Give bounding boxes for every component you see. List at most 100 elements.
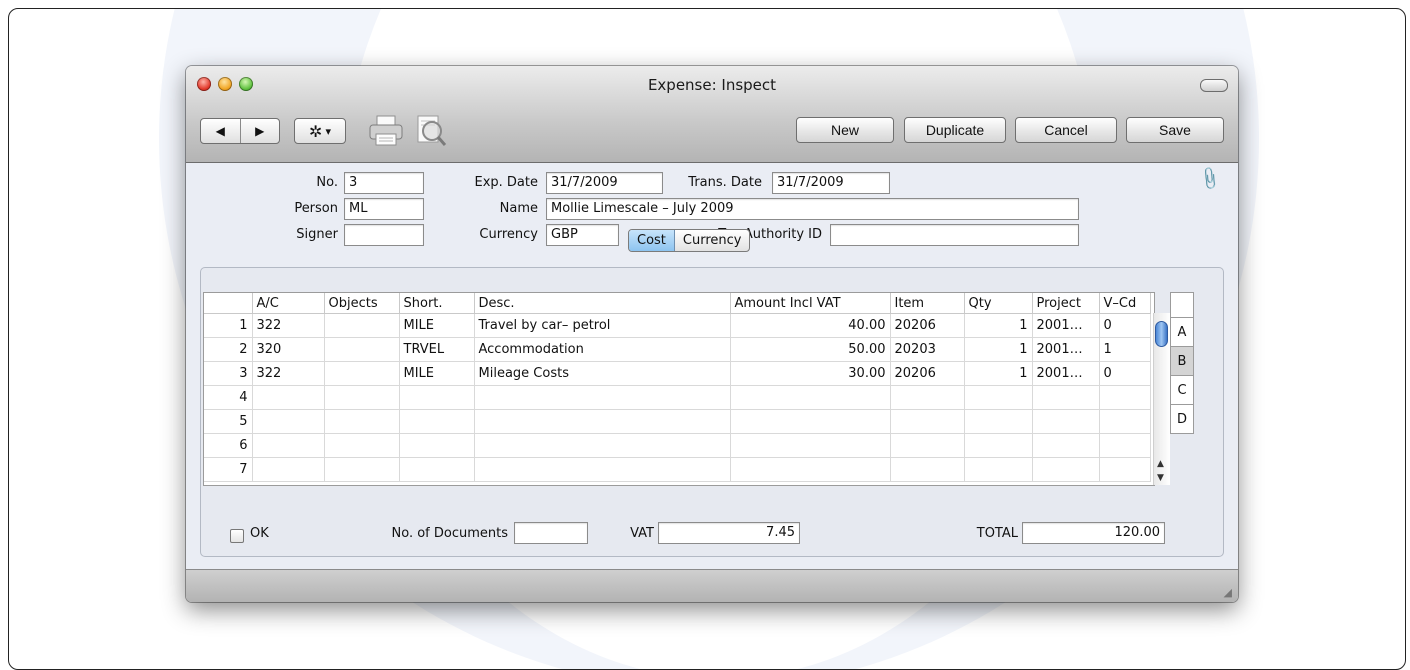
currency-field[interactable]: GBP [546, 224, 619, 246]
table-row[interactable]: 1 322 MILE Travel by car– petrol 40.00 20206 1… [204, 313, 1151, 338]
cell-short[interactable] [399, 457, 475, 482]
save-button[interactable]: Save [1126, 117, 1224, 143]
cell-ac[interactable] [252, 457, 325, 482]
tax-authority-id-field[interactable] [830, 224, 1079, 246]
total-field[interactable]: 120.00 [1022, 522, 1165, 544]
scroll-down-arrow[interactable]: ▼ [1157, 473, 1164, 483]
cell-project[interactable]: 2001… [1032, 337, 1100, 362]
cell-ac[interactable] [252, 433, 325, 458]
cell-project[interactable] [1032, 457, 1100, 482]
trans-date-field[interactable]: 31/7/2009 [772, 172, 890, 194]
table-row[interactable]: 3 322 MILE Mileage Costs 30.00 20206 1 2001… 0 [204, 361, 1151, 386]
printer-icon[interactable] [366, 110, 406, 150]
cell-qty[interactable] [964, 409, 1033, 434]
cell-project[interactable] [1032, 409, 1100, 434]
cell-qty[interactable]: 1 [964, 361, 1033, 386]
cell-project[interactable] [1032, 433, 1100, 458]
cell-qty[interactable]: 1 [964, 337, 1033, 362]
no-of-documents-field[interactable] [514, 522, 588, 544]
cell-vcd[interactable] [1099, 457, 1151, 482]
cell-objects[interactable] [324, 337, 400, 362]
cell-ac[interactable]: 322 [252, 313, 325, 338]
cell-desc[interactable] [474, 409, 731, 434]
cell-amount[interactable]: 40.00 [730, 313, 891, 338]
cell-short[interactable] [399, 409, 475, 434]
cell-item[interactable]: 20203 [890, 337, 965, 362]
signer-field[interactable] [344, 224, 424, 246]
cell-objects[interactable] [324, 457, 400, 482]
vat-field[interactable]: 7.45 [658, 522, 800, 544]
cell-desc[interactable] [474, 433, 731, 458]
exp-date-field[interactable]: 31/7/2009 [546, 172, 663, 194]
cell-item[interactable]: 20206 [890, 313, 965, 338]
cell-vcd[interactable]: 0 [1099, 361, 1151, 386]
table-row[interactable]: 4 [204, 385, 1151, 410]
cell-qty[interactable] [964, 457, 1033, 482]
print-preview-icon[interactable] [410, 110, 450, 150]
table-row[interactable]: 7 [204, 457, 1151, 482]
grid-scrollbar[interactable]: ▲ ▼ [1153, 313, 1170, 485]
side-tab-c[interactable]: C [1170, 376, 1194, 405]
side-tab-d[interactable]: D [1170, 405, 1194, 434]
cell-vcd[interactable] [1099, 409, 1151, 434]
cell-amount[interactable]: 30.00 [730, 361, 891, 386]
cell-ac[interactable] [252, 409, 325, 434]
table-row[interactable]: 6 [204, 433, 1151, 458]
cell-item[interactable] [890, 433, 965, 458]
cell-ac[interactable]: 320 [252, 337, 325, 362]
toolbar-toggle-button[interactable] [1200, 79, 1228, 92]
paperclip-icon[interactable]: 📎 [1196, 165, 1223, 192]
cell-item[interactable] [890, 409, 965, 434]
ok-checkbox[interactable] [230, 529, 244, 543]
cell-vcd[interactable] [1099, 433, 1151, 458]
cell-qty[interactable] [964, 385, 1033, 410]
cell-objects[interactable] [324, 313, 400, 338]
cell-vcd[interactable] [1099, 385, 1151, 410]
cell-desc[interactable]: Accommodation [474, 337, 731, 362]
scroll-up-arrow[interactable]: ▲ [1157, 459, 1164, 469]
tab-cost[interactable]: Cost [629, 230, 675, 251]
resize-grip-icon[interactable]: ◢ [1224, 586, 1232, 599]
cell-desc[interactable] [474, 457, 731, 482]
cell-objects[interactable] [324, 361, 400, 386]
cancel-button[interactable]: Cancel [1015, 117, 1117, 143]
person-field[interactable]: ML [344, 198, 424, 220]
cell-amount[interactable] [730, 433, 891, 458]
previous-record-button[interactable]: ◀ [201, 119, 240, 143]
cell-amount[interactable] [730, 385, 891, 410]
cell-short[interactable]: MILE [399, 361, 475, 386]
cell-ac[interactable]: 322 [252, 361, 325, 386]
cell-objects[interactable] [324, 385, 400, 410]
name-field[interactable]: Mollie Limescale – July 2009 [546, 198, 1079, 220]
table-row[interactable]: 5 [204, 409, 1151, 434]
cell-item[interactable] [890, 385, 965, 410]
cell-objects[interactable] [324, 433, 400, 458]
cell-project[interactable]: 2001… [1032, 361, 1100, 386]
cell-item[interactable] [890, 457, 965, 482]
cell-project[interactable] [1032, 385, 1100, 410]
cell-amount[interactable]: 50.00 [730, 337, 891, 362]
cell-vcd[interactable]: 1 [1099, 337, 1151, 362]
cell-ac[interactable] [252, 385, 325, 410]
next-record-button[interactable]: ▶ [239, 119, 280, 143]
new-button[interactable]: New [796, 117, 894, 143]
cell-amount[interactable] [730, 409, 891, 434]
scroll-thumb[interactable] [1155, 321, 1168, 347]
cell-desc[interactable] [474, 385, 731, 410]
cell-desc[interactable]: Travel by car– petrol [474, 313, 731, 338]
cell-objects[interactable] [324, 409, 400, 434]
duplicate-button[interactable]: Duplicate [904, 117, 1006, 143]
cell-desc[interactable]: Mileage Costs [474, 361, 731, 386]
cell-vcd[interactable]: 0 [1099, 313, 1151, 338]
cell-item[interactable]: 20206 [890, 361, 965, 386]
table-row[interactable]: 2 320 TRVEL Accommodation 50.00 20203 1 2001… 1 [204, 337, 1151, 362]
cell-qty[interactable] [964, 433, 1033, 458]
side-tab-b[interactable]: B [1170, 347, 1194, 376]
cell-short[interactable]: MILE [399, 313, 475, 338]
cell-short[interactable] [399, 433, 475, 458]
cell-short[interactable]: TRVEL [399, 337, 475, 362]
cell-short[interactable] [399, 385, 475, 410]
cell-project[interactable]: 2001… [1032, 313, 1100, 338]
no-field[interactable]: 3 [344, 172, 424, 194]
cell-qty[interactable]: 1 [964, 313, 1033, 338]
